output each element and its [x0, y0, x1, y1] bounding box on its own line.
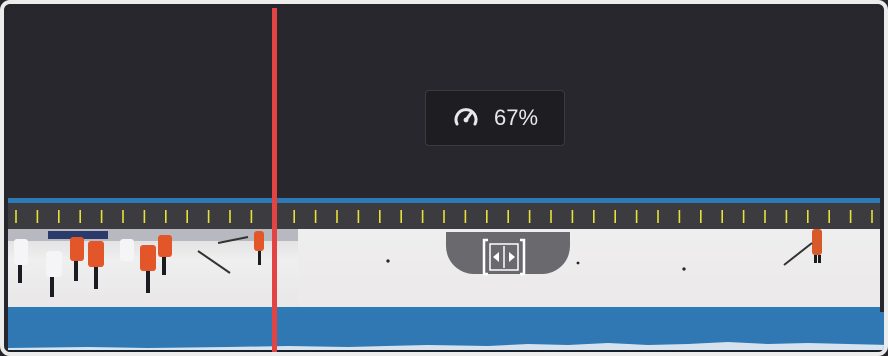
retime-ticks: [15, 210, 873, 223]
timeline-viewer: 67%: [0, 0, 888, 356]
thumbnail-crowd: [8, 229, 298, 307]
clip-body: [8, 203, 880, 307]
clip-thumbnails: [8, 229, 880, 307]
audio-waveform-track[interactable]: [8, 312, 884, 352]
audio-waveform: [8, 312, 884, 352]
speedometer-icon: [454, 108, 478, 126]
speed-indicator[interactable]: 67%: [425, 90, 565, 146]
hockey-rink-thumbnail: [386, 229, 822, 271]
hockey-players-thumbnail: [8, 229, 298, 297]
playhead[interactable]: [272, 8, 277, 352]
retime-handle-icon[interactable]: [478, 234, 530, 280]
thumbnail-rink: [298, 229, 880, 307]
video-clip[interactable]: [8, 198, 880, 312]
speed-value: 67%: [493, 105, 539, 130]
retime-frame-markers: [8, 203, 880, 229]
